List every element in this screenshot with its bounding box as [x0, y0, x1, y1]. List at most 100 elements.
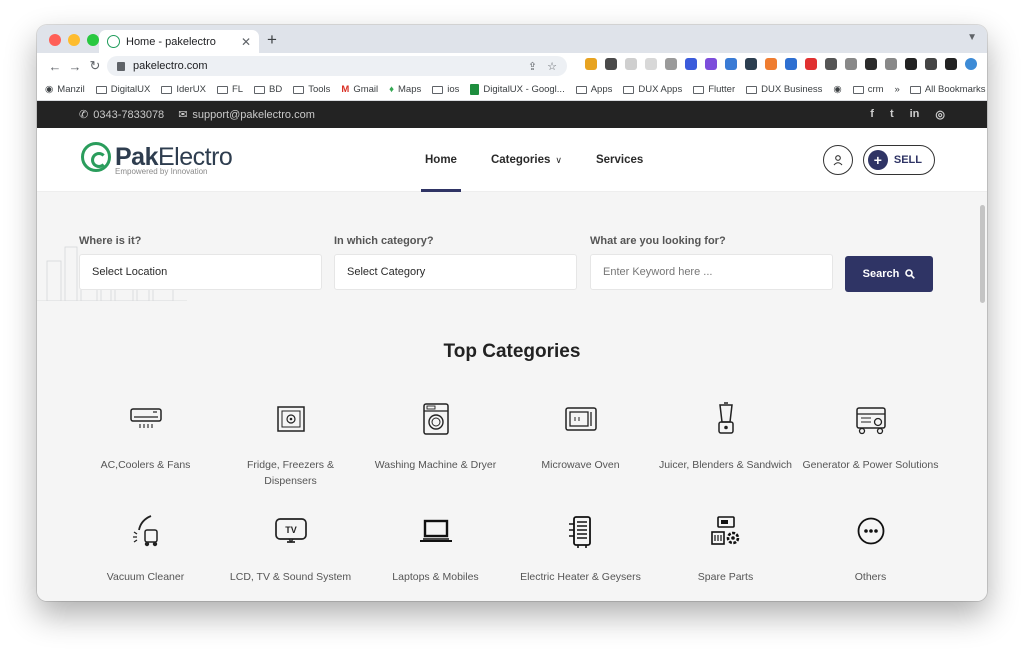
nav-services[interactable]: Services	[596, 128, 643, 192]
bookmark-folder[interactable]: DigitalUX	[95, 84, 150, 95]
bookmark-folder[interactable]: DUX Business	[746, 84, 822, 95]
tab-search-chevron-icon[interactable]: ▼	[967, 32, 977, 43]
bookmark-folder[interactable]: Apps	[575, 84, 612, 95]
washing-machine-icon	[418, 401, 454, 437]
contact-topbar: ✆ 0343-7833078 ✉ support@pakelectro.com f …	[37, 101, 987, 128]
bookmark-folder[interactable]: Tools	[293, 84, 330, 95]
sell-button[interactable]: + SELL	[862, 145, 935, 175]
bookmark-folder[interactable]: Flutter	[693, 84, 735, 95]
share-icon[interactable]: ⇪	[528, 60, 537, 73]
bookmark-item[interactable]: M Gmail	[341, 84, 378, 95]
category-card[interactable]: AC,Coolers & Fans	[73, 401, 218, 489]
category-card[interactable]: Microwave Oven	[508, 401, 653, 489]
extension-icon[interactable]	[885, 58, 897, 70]
window-controls	[49, 34, 99, 46]
user-account-button[interactable]	[822, 145, 853, 175]
bookmark-folder[interactable]: crm	[852, 84, 884, 95]
extension-icon[interactable]	[865, 58, 877, 70]
profile-avatar[interactable]	[965, 58, 977, 70]
bookmark-star-icon[interactable]: ☆	[547, 60, 557, 73]
nav-categories[interactable]: Categories ∨	[491, 128, 562, 192]
air-conditioner-icon	[128, 401, 164, 437]
extension-icon[interactable]	[665, 58, 677, 70]
keyword-input[interactable]: Enter Keyword here ...	[590, 254, 833, 290]
forward-arrow-icon[interactable]: →	[65, 59, 85, 74]
nav-home[interactable]: Home	[421, 128, 461, 192]
extension-icon[interactable]	[645, 58, 657, 70]
category-card[interactable]: Laptops & Mobiles	[363, 513, 508, 585]
more-bookmarks-button[interactable]: »	[895, 84, 900, 95]
extension-icon[interactable]	[745, 58, 757, 70]
category-label: In which category?	[334, 235, 434, 247]
phone-contact[interactable]: ✆ 0343-7833078	[79, 108, 164, 122]
folder-icon	[746, 85, 758, 94]
category-card[interactable]: Generator & Power Solutions	[798, 401, 943, 489]
extension-icon[interactable]	[825, 58, 837, 70]
bookmark-item[interactable]: DigitalUX - Googl...	[470, 84, 565, 95]
bookmark-folder[interactable]: FL	[216, 84, 243, 95]
side-panel-icon[interactable]	[945, 58, 957, 70]
facebook-icon[interactable]: f	[870, 108, 874, 121]
bookmark-item[interactable]: ♦ Maps	[389, 84, 421, 95]
header-actions: + SELL	[822, 145, 935, 175]
page-scrollbar[interactable]	[980, 205, 985, 303]
category-label: Microwave Oven	[541, 459, 620, 471]
category-card[interactable]: Washing Machine & Dryer	[363, 401, 508, 489]
extension-icon[interactable]	[605, 58, 617, 70]
linkedin-icon[interactable]: in	[910, 108, 920, 121]
category-card[interactable]: Juicer, Blenders & Sandwich	[653, 401, 798, 489]
browser-tab[interactable]: Home - pakelectro ✕	[99, 30, 259, 53]
email-contact[interactable]: ✉ support@pakelectro.com	[178, 108, 315, 122]
top-categories-title: Top Categories	[443, 341, 581, 362]
bookmark-item[interactable]: ◉	[833, 84, 841, 95]
tab-close-icon[interactable]: ✕	[241, 35, 251, 49]
category-card[interactable]: Spare Parts	[653, 513, 798, 585]
bookmark-item[interactable]: ◉ Manzil	[45, 84, 85, 95]
extension-icon[interactable]	[805, 58, 817, 70]
category-card[interactable]: Vacuum Cleaner	[73, 513, 218, 585]
reload-icon[interactable]: ↻	[85, 58, 105, 74]
download-icon[interactable]	[925, 58, 937, 70]
extension-icon[interactable]	[705, 58, 717, 70]
search-button[interactable]: Search	[845, 256, 933, 292]
extension-icon[interactable]	[785, 58, 797, 70]
instagram-icon[interactable]: ◎	[935, 108, 945, 121]
site-favicon-icon	[107, 35, 120, 48]
location-field: Where is it? Select Location	[79, 235, 322, 290]
browser-menu-icon[interactable]: ⋮	[985, 57, 987, 71]
laptop-icon	[418, 513, 454, 549]
maximize-window-button[interactable]	[87, 34, 99, 46]
extensions-puzzle-icon[interactable]	[905, 58, 917, 70]
category-select[interactable]: Select Category	[334, 254, 577, 290]
close-window-button[interactable]	[49, 34, 61, 46]
minimize-window-button[interactable]	[68, 34, 80, 46]
bookmark-folder[interactable]: IderUX	[161, 84, 206, 95]
bookmark-folder[interactable]: ios	[432, 84, 459, 95]
extension-icon[interactable]	[685, 58, 697, 70]
category-card[interactable]: TV LCD, TV & Sound System	[218, 513, 363, 585]
back-arrow-icon[interactable]: ←	[45, 59, 65, 74]
folder-icon	[693, 85, 705, 94]
category-card[interactable]: Electric Heater & Geysers	[508, 513, 653, 585]
more-icon	[853, 513, 889, 549]
folder-icon	[852, 85, 864, 94]
extension-icon[interactable]	[625, 58, 637, 70]
address-bar[interactable]: pakelectro.com ⇪ ☆	[107, 56, 567, 76]
new-tab-button[interactable]: +	[267, 30, 277, 50]
extension-icon[interactable]	[765, 58, 777, 70]
plus-icon: +	[867, 150, 888, 170]
location-select[interactable]: Select Location	[79, 254, 322, 290]
bookmark-folder[interactable]: DUX Apps	[623, 84, 682, 95]
folder-icon	[95, 85, 107, 94]
category-card[interactable]: Fridge, Freezers & Dispensers	[218, 401, 363, 489]
extension-icon[interactable]	[585, 58, 597, 70]
all-bookmarks-button[interactable]: All Bookmarks	[909, 84, 986, 95]
category-label: Fridge, Freezers & Dispensers	[247, 459, 334, 487]
twitter-icon[interactable]: t	[890, 108, 894, 121]
category-card[interactable]: Others	[798, 513, 943, 585]
extension-icon[interactable]	[845, 58, 857, 70]
folder-icon	[293, 85, 305, 94]
folder-icon	[432, 85, 444, 94]
bookmark-folder[interactable]: BD	[254, 84, 282, 95]
extension-icon[interactable]	[725, 58, 737, 70]
